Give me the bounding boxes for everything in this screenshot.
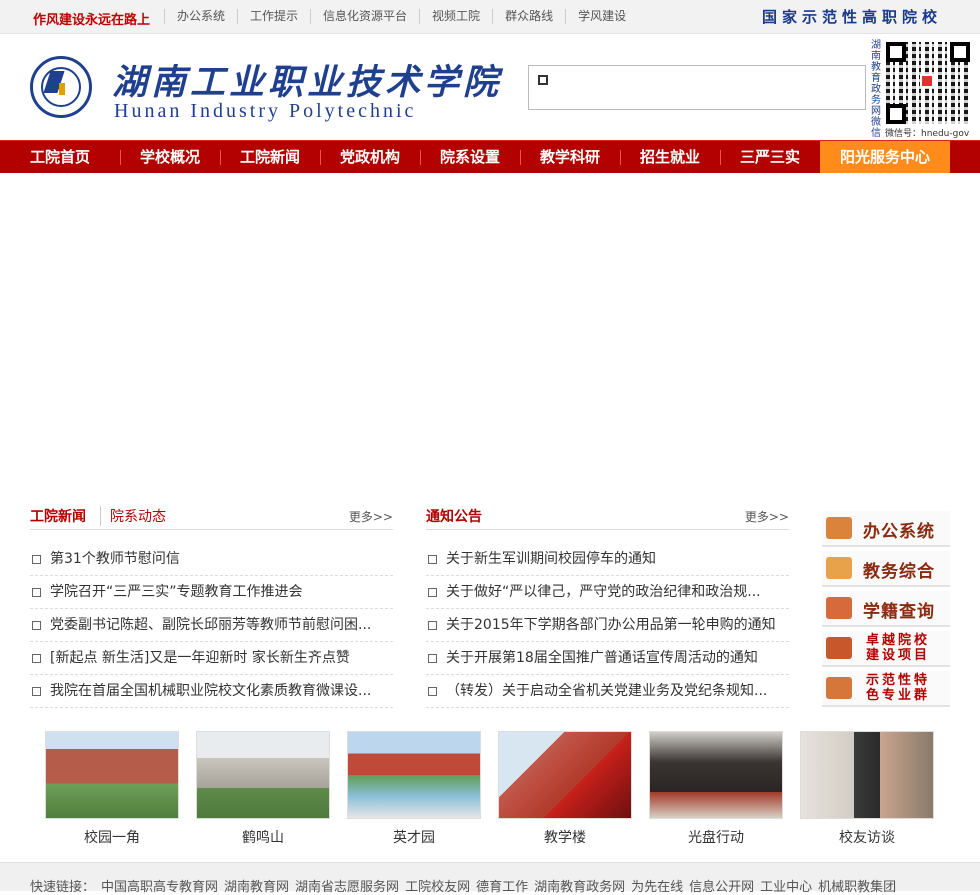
notice-item[interactable]: 关于开展第18届全国推广普通话宣传周活动的通知: [426, 642, 789, 675]
office-icon: [826, 517, 852, 539]
photo-caption[interactable]: 英才园: [347, 827, 481, 847]
search-icon[interactable]: [538, 75, 548, 85]
notice-item[interactable]: （转发）关于启动全省机关党建业务及党纪条规知...: [426, 675, 789, 708]
wechat-qr: 湖南教育政务网微信 微信号：hnedu-gov: [869, 40, 973, 139]
quick-status-query[interactable]: 学籍查询: [822, 591, 950, 627]
notice-more-link[interactable]: 更多>>: [745, 508, 789, 525]
footer-link[interactable]: 工院校友网: [405, 880, 470, 895]
nav-party-org[interactable]: 党政机构: [320, 141, 420, 174]
footer-link[interactable]: 工业中心: [760, 880, 812, 895]
news-item[interactable]: 党委副书记陈超、副院长邱丽芳等教师节前慰问困...: [30, 609, 393, 642]
photo-caption[interactable]: 鹤鸣山: [196, 827, 330, 847]
college-name-cn: 湖南工业职业技术学院: [112, 62, 503, 103]
college-emblem-icon[interactable]: [30, 56, 92, 118]
tab-college-news[interactable]: 工院新闻: [30, 506, 86, 526]
nav-service-center[interactable]: 阳光服务中心: [820, 141, 950, 174]
quick-label: 办公系统: [863, 522, 935, 542]
quick-label: 建设项目: [866, 648, 931, 663]
top-link-mass-line[interactable]: 群众路线: [492, 9, 565, 24]
news-header: 工院新闻 院系动态 更多>>: [30, 506, 393, 530]
photo-item[interactable]: 校园一角: [45, 731, 179, 847]
footer-link[interactable]: 中国高职高专教育网: [101, 880, 218, 895]
campus-photo[interactable]: [347, 731, 481, 819]
campus-photo[interactable]: [45, 731, 179, 819]
magnifier-icon: [826, 597, 852, 619]
photo-item[interactable]: 光盘行动: [649, 731, 783, 847]
footer-link[interactable]: 湖南教育网: [224, 880, 289, 895]
banner-area: [0, 173, 980, 495]
notice-header: 通知公告 更多>>: [426, 506, 789, 530]
photo-item[interactable]: 校友访谈: [800, 731, 934, 847]
quick-label: 示范性特: [866, 673, 931, 688]
arrow-icon: [826, 677, 852, 699]
nav-departments[interactable]: 院系设置: [420, 141, 520, 174]
photo-item[interactable]: 英才园: [347, 731, 481, 847]
news-item[interactable]: [新起点 新生活]又是一年迎新时 家长新生齐点赞: [30, 642, 393, 675]
quick-label: 卓越院校: [866, 633, 931, 648]
quick-links: 办公系统 教务综合 学籍查询 卓越院校 建设项目 示范性特 色专业群: [822, 511, 950, 711]
quick-links-bar: 快速链接： 中国高职高专教育网 湖南教育网 湖南省志愿服务网 工院校友网 德育工作 湖南教育…: [30, 876, 902, 895]
quick-office-system[interactable]: 办公系统: [822, 511, 950, 547]
national-badge: 国家示范性高职院校: [762, 8, 943, 26]
photo-caption[interactable]: 校园一角: [45, 827, 179, 847]
campus-photo[interactable]: [498, 731, 632, 819]
top-bar: 作风建设永远在路上 办公系统 工作提示 信息化资源平台 视频工院 群众路线 学风…: [0, 0, 980, 34]
quick-excellent-project[interactable]: 卓越院校 建设项目: [822, 631, 950, 667]
campus-photo[interactable]: [196, 731, 330, 819]
news-item[interactable]: 学院召开“三严三实”专题教育工作推进会: [30, 576, 393, 609]
photo-item[interactable]: 鹤鸣山: [196, 731, 330, 847]
header: 湖南工业职业技术学院 Hunan Industry Polytechnic 湖南…: [0, 34, 980, 140]
photo-caption[interactable]: 教学楼: [498, 827, 632, 847]
quick-demo-majors[interactable]: 示范性特 色专业群: [822, 671, 950, 707]
college-name-en: Hunan Industry Polytechnic: [114, 100, 417, 122]
photo-caption[interactable]: 校友访谈: [800, 827, 934, 847]
nav-admissions[interactable]: 招生就业: [620, 141, 720, 174]
nav-teaching[interactable]: 教学科研: [520, 141, 620, 174]
footer-label: 快速链接：: [30, 880, 96, 895]
nav-three-strict[interactable]: 三严三实: [720, 141, 820, 174]
nav-news[interactable]: 工院新闻: [220, 141, 320, 174]
notice-item[interactable]: 关于2015年下学期各部门办公用品第一轮申购的通知: [426, 609, 789, 642]
nav-home[interactable]: 工院首页: [0, 141, 120, 174]
slogan: 作风建设永远在路上: [33, 13, 151, 28]
footer-link[interactable]: 机械职教集团: [818, 880, 896, 895]
notice-title[interactable]: 通知公告: [426, 506, 482, 526]
pencil-icon: [826, 557, 852, 579]
footer-link[interactable]: 信息公开网: [689, 880, 754, 895]
footer: 快速链接： 中国高职高专教育网 湖南教育网 湖南省志愿服务网 工院校友网 德育工作 湖南教育…: [0, 862, 980, 895]
top-link-info-platform[interactable]: 信息化资源平台: [310, 9, 419, 24]
main-nav: 工院首页 学校概况 工院新闻 党政机构 院系设置 教学科研 招生就业 三严三实 …: [0, 140, 980, 174]
top-link-video[interactable]: 视频工院: [419, 9, 492, 24]
qr-side-text: 湖南教育政务网微信: [871, 40, 881, 139]
footer-link[interactable]: 德育工作: [476, 880, 528, 895]
top-link-office[interactable]: 办公系统: [164, 9, 237, 24]
news-item[interactable]: 第31个教师节慰问信: [30, 543, 393, 576]
notice-item[interactable]: 关于新生军训期间校园停车的通知: [426, 543, 789, 576]
qr-caption: 微信号：hnedu-gov: [885, 129, 970, 139]
top-links: 办公系统 工作提示 信息化资源平台 视频工院 群众路线 学风建设: [164, 9, 638, 24]
footer-link[interactable]: 湖南教育政务网: [534, 880, 625, 895]
footer-link[interactable]: 为先在线: [631, 880, 683, 895]
search-box[interactable]: [528, 65, 866, 110]
top-link-study-style[interactable]: 学风建设: [565, 9, 638, 24]
quick-academic-affairs[interactable]: 教务综合: [822, 551, 950, 587]
quick-label: 色专业群: [866, 688, 931, 703]
tab-dept-news[interactable]: 院系动态: [100, 506, 166, 526]
notice-item[interactable]: 关于做好“严以律己，严守党的政治纪律和政治规...: [426, 576, 789, 609]
photo-item[interactable]: 教学楼: [498, 731, 632, 847]
nav-overview[interactable]: 学校概况: [120, 141, 220, 174]
footer-link[interactable]: 湖南省志愿服务网: [295, 880, 399, 895]
arrow-icon: [826, 637, 852, 659]
top-link-work-tips[interactable]: 工作提示: [237, 9, 310, 24]
quick-label: 教务综合: [863, 562, 935, 582]
news-more-link[interactable]: 更多>>: [349, 508, 393, 525]
quick-label: 学籍查询: [863, 602, 935, 622]
photo-caption[interactable]: 光盘行动: [649, 827, 783, 847]
campus-photo[interactable]: [800, 731, 934, 819]
campus-photo[interactable]: [649, 731, 783, 819]
news-item[interactable]: 我院在首届全国机械职业院校文化素质教育微课设...: [30, 675, 393, 708]
photo-gallery: 校园一角 鹤鸣山 英才园 教学楼 光盘行动 校友访谈: [45, 731, 951, 847]
